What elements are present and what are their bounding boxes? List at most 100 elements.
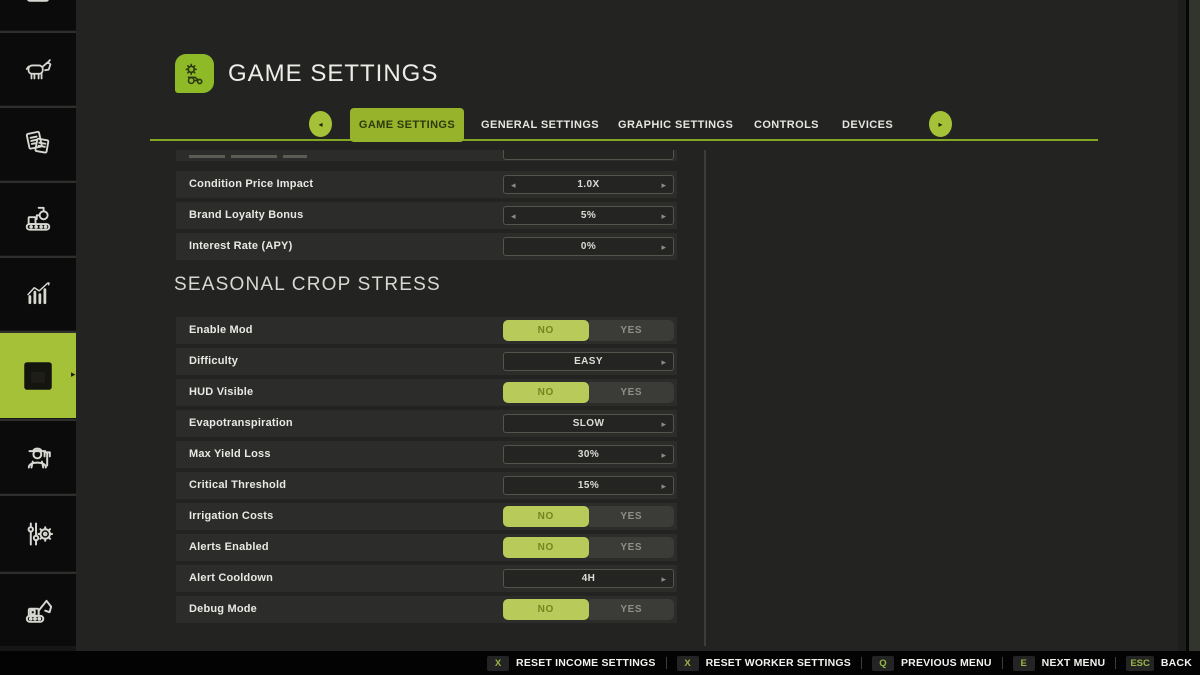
setting-label: Enable Mod: [189, 317, 253, 344]
sidebar-item-tuning[interactable]: [0, 496, 76, 571]
toggle-no-button[interactable]: NO: [503, 320, 589, 341]
setting-label: Evapotranspiration: [189, 410, 293, 437]
stepper-value: 4H: [582, 573, 596, 584]
setting-row: Enable Mod NOYES: [176, 317, 677, 344]
sidebar-item-contracts[interactable]: [0, 108, 76, 180]
value-stepper[interactable]: ◂ 5% ▸: [503, 206, 674, 225]
stepper-left-arrow[interactable]: ◂: [511, 176, 516, 195]
tab-general-settings[interactable]: GENERAL SETTINGS: [481, 108, 599, 142]
keybar-reset-worker-settings[interactable]: XRESET WORKER SETTINGS: [677, 656, 851, 671]
sidebar-divider: [0, 419, 76, 421]
setting-row: Alerts Enabled NOYES: [176, 534, 677, 561]
keybar-back[interactable]: ESCBACK: [1126, 656, 1192, 671]
toggle-no-button[interactable]: NO: [503, 599, 589, 620]
statistics-icon: [18, 274, 58, 314]
toggle-yes-button[interactable]: YES: [589, 537, 675, 558]
sidebar-item-production[interactable]: [0, 183, 76, 255]
sidebar-item-map[interactable]: [0, 0, 76, 30]
sidebar-item-statistics[interactable]: [0, 258, 76, 330]
sidebar: ▸: [0, 0, 76, 651]
sidebar-item-farmer[interactable]: [0, 421, 76, 493]
clipped-label: [189, 155, 307, 158]
keybar-next-menu[interactable]: ENEXT MENU: [1013, 656, 1106, 671]
main-panel: GAME SETTINGS ◂ GAME SETTINGS GENERAL SET…: [76, 0, 1178, 651]
stepper-right-arrow[interactable]: ▸: [661, 176, 666, 195]
setting-label: Alert Cooldown: [189, 565, 273, 592]
tab-controls[interactable]: CONTROLS: [754, 108, 819, 142]
value-stepper[interactable]: SLOW ▸: [503, 414, 674, 433]
stepper-value: 15%: [578, 480, 599, 491]
tab-graphic-settings[interactable]: GRAPHIC SETTINGS: [618, 108, 733, 142]
sidebar-item-cow[interactable]: [0, 33, 76, 105]
sidebar-divider: [0, 331, 76, 333]
sidebar-item-excavator[interactable]: [0, 574, 76, 646]
setting-label: Critical Threshold: [189, 472, 286, 499]
value-stepper[interactable]: EASY ▸: [503, 352, 674, 371]
keybar-previous-menu[interactable]: QPREVIOUS MENU: [872, 656, 992, 671]
section-heading: SEASONAL CROP STRESS: [174, 274, 441, 296]
page-title: GAME SETTINGS: [228, 60, 438, 88]
toggle-yes-button[interactable]: YES: [589, 506, 675, 527]
keybar-divider: [1002, 657, 1003, 669]
yes-no-toggle: NOYES: [503, 382, 674, 403]
value-stepper[interactable]: 30%▸: [503, 445, 674, 464]
key-action-label: BACK: [1161, 657, 1192, 669]
value-stepper[interactable]: 0%▸: [503, 237, 674, 256]
toggle-yes-button[interactable]: YES: [589, 320, 675, 341]
stepper-right-arrow[interactable]: ▸: [661, 353, 666, 372]
keybar-divider: [1115, 657, 1116, 669]
tabs-next-button[interactable]: ▸: [929, 111, 952, 137]
stepper-right-arrow[interactable]: ▸: [661, 477, 666, 496]
stepper-right-arrow[interactable]: ▸: [661, 238, 666, 257]
setting-row: Critical Threshold 15% ▸: [176, 472, 677, 499]
sidebar-divider: [0, 572, 76, 574]
yes-no-toggle: NOYES: [503, 537, 674, 558]
setting-label: Debug Mode: [189, 596, 257, 623]
key-badge: E: [1013, 656, 1035, 671]
sidebar-item-mod[interactable]: ▸: [0, 333, 76, 418]
toggle-no-button[interactable]: NO: [503, 382, 589, 403]
stepper-right-arrow[interactable]: ▸: [661, 207, 666, 226]
keybar-reset-income-settings[interactable]: XRESET INCOME SETTINGS: [487, 656, 656, 671]
setting-label: Interest Rate (APY): [189, 233, 292, 260]
key-badge: X: [677, 656, 699, 671]
setting-row: Condition Price Impact◂1.0X▸: [176, 171, 677, 198]
setting-label: Brand Loyalty Bonus: [189, 202, 303, 229]
game-settings-icon: [175, 54, 214, 93]
setting-row: Evapotranspiration SLOW ▸: [176, 410, 677, 437]
farmer-icon: [17, 436, 59, 478]
value-stepper[interactable]: 4H ▸: [503, 569, 674, 588]
sidebar-divider: [0, 106, 76, 108]
production-icon: [18, 199, 58, 239]
setting-label: Alerts Enabled: [189, 534, 269, 561]
tab-game-settings[interactable]: GAME SETTINGS: [350, 108, 464, 142]
tab-devices[interactable]: DEVICES: [842, 108, 893, 142]
stepper-right-arrow[interactable]: ▸: [661, 415, 666, 434]
toggle-yes-button[interactable]: YES: [589, 382, 675, 403]
stepper-value: 1.0X: [577, 179, 599, 190]
toggle-no-button[interactable]: NO: [503, 506, 589, 527]
setting-row: Debug Mode NOYES: [176, 596, 677, 623]
setting-row: Max Yield Loss30%▸: [176, 441, 677, 468]
toggle-no-button[interactable]: NO: [503, 537, 589, 558]
toggle-yes-button[interactable]: YES: [589, 599, 675, 620]
map-icon: [20, 0, 56, 11]
value-stepper[interactable]: 15% ▸: [503, 476, 674, 495]
setting-row-clipped: [176, 150, 677, 161]
sidebar-divider: [0, 256, 76, 258]
scrollbar[interactable]: [704, 150, 706, 646]
excavator-icon: [17, 589, 59, 631]
stepper-value: EASY: [574, 356, 603, 367]
key-action-label: RESET INCOME SETTINGS: [516, 657, 656, 669]
stepper-left-arrow[interactable]: ◂: [511, 207, 516, 226]
stepper-right-arrow[interactable]: ▸: [661, 446, 666, 465]
yes-no-toggle: NOYES: [503, 320, 674, 341]
stepper-value: 5%: [581, 210, 596, 221]
value-stepper[interactable]: ◂ 1.0X ▸: [503, 175, 674, 194]
contracts-icon: [18, 124, 58, 164]
stepper-right-arrow[interactable]: ▸: [661, 570, 666, 589]
stepper-value: SLOW: [573, 418, 605, 429]
tabs-prev-button[interactable]: ◂: [309, 111, 332, 137]
setting-row: Irrigation CostsNOYES: [176, 503, 677, 530]
active-item-notch: ▸: [66, 363, 76, 389]
